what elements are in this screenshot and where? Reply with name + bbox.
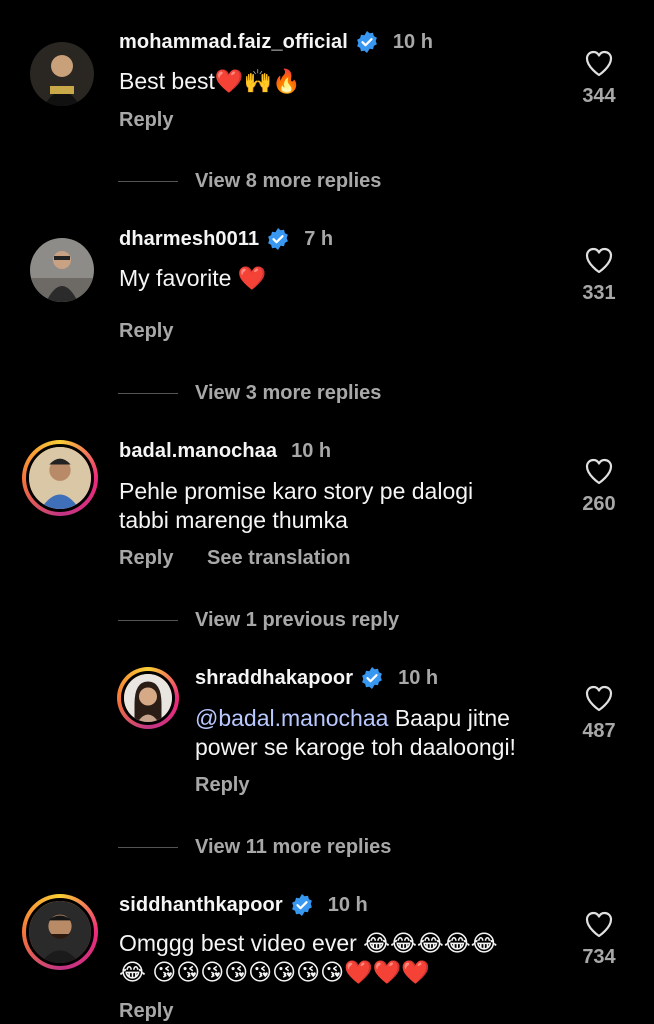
comment-text-line: Pehle promise karo story pe dalogi: [119, 478, 474, 504]
avatar[interactable]: [30, 42, 94, 106]
like-button[interactable]: 331: [569, 246, 629, 305]
comment-text-line: Baapu jitne: [388, 705, 510, 731]
comment-text: Omggg best video ever 😂😂😂😂😂 😂 😘😘😘😘😘😘😘😘❤️…: [119, 929, 498, 987]
view-replies-button[interactable]: View 11 more replies: [118, 836, 391, 859]
like-count: 260: [582, 493, 616, 515]
heart-outline-icon: [585, 685, 613, 712]
heart-outline-icon: [585, 247, 613, 274]
like-count: 331: [582, 282, 616, 304]
heart-outline-icon: [585, 50, 613, 77]
verified-badge-icon: [355, 30, 379, 54]
like-button[interactable]: 734: [569, 910, 629, 969]
comment-text: Best best❤️🙌🔥: [119, 68, 301, 94]
timestamp: 10 h: [392, 30, 433, 53]
divider: [118, 181, 178, 182]
divider: [118, 847, 178, 848]
comment-text: Pehle promise karo story pe dalogi tabbi…: [119, 477, 473, 535]
view-replies-label: View 8 more replies: [195, 170, 382, 192]
comment-text-line: power se karoge toh daaloongi!: [195, 734, 516, 760]
like-count: 487: [582, 720, 616, 742]
avatar[interactable]: [30, 238, 94, 302]
verified-badge-icon: [290, 893, 314, 917]
mention-link[interactable]: @badal.manochaa: [195, 705, 388, 731]
reply-button[interactable]: Reply: [119, 547, 173, 569]
view-previous-reply-button[interactable]: View 1 previous reply: [118, 609, 399, 632]
view-replies-button[interactable]: View 3 more replies: [118, 382, 381, 405]
timestamp: 10 h: [291, 439, 332, 462]
timestamp: 7 h: [304, 227, 334, 250]
reply-button[interactable]: Reply: [119, 320, 173, 342]
verified-badge-icon: [266, 227, 290, 251]
comment-text-line: Omggg best video ever 😂😂😂😂😂: [119, 930, 498, 956]
view-replies-button[interactable]: View 8 more replies: [118, 170, 381, 193]
like-count: 734: [582, 946, 616, 968]
divider: [118, 620, 178, 621]
like-button[interactable]: 344: [569, 49, 629, 108]
avatar[interactable]: [117, 667, 179, 729]
view-replies-label: View 11 more replies: [195, 836, 392, 858]
username[interactable]: siddhanthkapoor: [119, 894, 283, 917]
like-count: 344: [582, 85, 616, 107]
avatar[interactable]: [22, 894, 98, 970]
timestamp: 10 h: [398, 666, 439, 689]
heart-outline-icon: [585, 911, 613, 938]
view-previous-label: View 1 previous reply: [195, 609, 400, 631]
verified-badge-icon: [360, 666, 384, 690]
comment-text: My favorite ❤️: [119, 265, 267, 291]
comment-text-line: tabbi marenge thumka: [119, 507, 348, 533]
heart-outline-icon: [585, 458, 613, 485]
avatar[interactable]: [22, 440, 98, 516]
reply-button[interactable]: Reply: [119, 1000, 173, 1022]
comment-text: @badal.manochaa Baapu jitne power se kar…: [195, 704, 516, 762]
like-button[interactable]: 260: [569, 457, 629, 516]
see-translation-button[interactable]: See translation: [207, 547, 350, 569]
username[interactable]: shraddhakapoor: [195, 667, 353, 690]
username[interactable]: mohammad.faiz_official: [119, 31, 348, 54]
reply-button[interactable]: Reply: [195, 774, 249, 796]
view-replies-label: View 3 more replies: [195, 382, 382, 404]
comment-text-line: 😂 😘😘😘😘😘😘😘😘❤️❤️❤️: [119, 959, 430, 985]
username[interactable]: dharmesh0011: [119, 228, 259, 251]
username[interactable]: badal.manochaa: [119, 440, 277, 463]
divider: [118, 393, 178, 394]
timestamp: 10 h: [327, 893, 368, 916]
reply-button[interactable]: Reply: [119, 109, 173, 131]
like-button[interactable]: 487: [569, 684, 629, 743]
